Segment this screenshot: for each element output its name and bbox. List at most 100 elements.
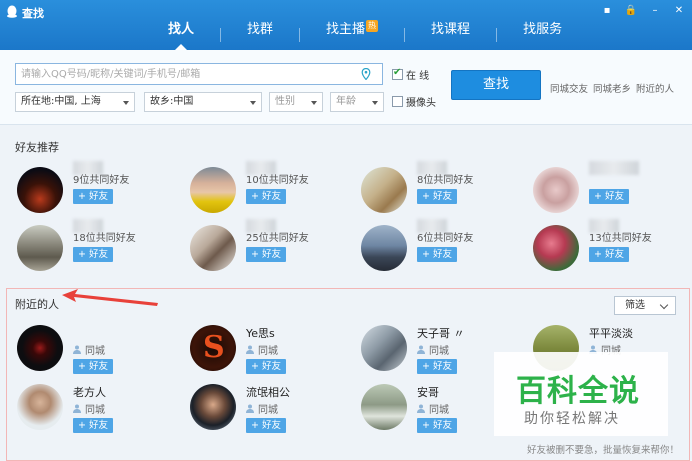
add-friend-button[interactable]: + 好友 — [246, 418, 286, 433]
recommend-card: 6位共同好友 + 好友 — [361, 219, 521, 271]
person-name: 平平淡淡 — [589, 327, 633, 340]
tab-find-service[interactable]: 找服务 — [497, 20, 588, 50]
recommend-card: 8位共同好友 + 好友 — [361, 161, 521, 213]
filter-dropdown[interactable]: 筛选 — [614, 296, 676, 315]
avatar[interactable] — [533, 225, 579, 271]
add-friend-button[interactable]: + 好友 — [246, 189, 286, 204]
avatar[interactable] — [190, 384, 236, 430]
camera-label: 摄像头 — [406, 98, 436, 109]
search-panel: 在 线 摄像头 查找 同城交友 同城老乡 附近的人 所在地:中国, 上海 故乡:… — [0, 50, 692, 125]
minimize-icon[interactable]: – — [648, 4, 662, 18]
recommend-card: 9位共同好友 + 好友 — [17, 161, 177, 213]
tab-label: 找群 — [247, 22, 274, 37]
find-button[interactable]: 查找 — [451, 70, 541, 100]
add-friend-button[interactable]: + 好友 — [417, 189, 457, 204]
recommend-card: + 好友 — [533, 161, 692, 213]
hometown-select[interactable]: 故乡:中国 — [144, 92, 262, 112]
avatar[interactable] — [190, 225, 236, 271]
red-arrow-annotation — [62, 289, 158, 306]
nearby-card: 流氓相公 同城 + 好友 — [190, 384, 350, 433]
location-label: 同城 — [429, 346, 449, 357]
mutual-friends: 9位共同好友 — [73, 175, 130, 186]
mutual-friends: 18位共同好友 — [73, 233, 136, 244]
location-info: 同城 — [417, 342, 449, 357]
camera-checkbox-box[interactable] — [392, 96, 403, 107]
location-info: 同城 — [246, 342, 278, 357]
add-friend-button[interactable]: + 好友 — [73, 418, 113, 433]
watermark-subtitle: 助你轻松解决 — [524, 411, 620, 427]
window-title: 查找 — [22, 7, 44, 20]
add-friend-button[interactable]: + 好友 — [589, 189, 629, 204]
online-checkbox[interactable]: 在 线 — [392, 67, 429, 82]
online-checkbox-box[interactable] — [392, 67, 403, 80]
mutual-friends: 10位共同好友 — [246, 175, 309, 186]
location-label: 同城 — [429, 405, 449, 416]
main-tabs: 找人 找群 找主播热 找课程 找服务 — [142, 20, 588, 50]
title-bar: 查找 ▪ 🔒 – ✕ 找人 找群 找主播热 找课程 找服务 — [0, 0, 692, 50]
person-name: 安哥 — [417, 386, 439, 399]
tab-find-course[interactable]: 找课程 — [405, 20, 496, 50]
recommend-card: 25位共同好友 + 好友 — [190, 219, 350, 271]
avatar[interactable] — [17, 325, 63, 371]
quick-links: 同城交友 同城老乡 附近的人 — [550, 81, 674, 95]
add-friend-button[interactable]: + 好友 — [73, 359, 113, 374]
person-icon — [246, 345, 254, 354]
person-icon — [246, 404, 254, 413]
tab-find-group[interactable]: 找群 — [221, 20, 299, 50]
location-label: 同城 — [258, 405, 278, 416]
search-input[interactable] — [15, 63, 383, 85]
avatar[interactable] — [361, 325, 407, 371]
location-label: 同城 — [258, 346, 278, 357]
hot-badge: 热 — [366, 20, 379, 32]
restore-friends-link[interactable]: 好友被删不要急，批量恢复来帮你！ — [527, 442, 679, 456]
add-friend-button[interactable]: + 好友 — [246, 359, 286, 374]
link-hometown[interactable]: 同城老乡 — [593, 81, 631, 95]
add-friend-button[interactable]: + 好友 — [589, 247, 629, 262]
recommend-title: 好友推荐 — [15, 141, 59, 154]
add-friend-button[interactable]: + 好友 — [73, 247, 113, 262]
recommend-card: 13位共同好友 + 好友 — [533, 219, 692, 271]
location-pin-icon[interactable] — [361, 68, 371, 80]
recommend-card: 18位共同好友 + 好友 — [17, 219, 177, 271]
gender-select[interactable]: 性别 — [269, 92, 323, 112]
person-name: Ye思s — [246, 327, 275, 340]
recommend-card: 10位共同好友 + 好友 — [190, 161, 350, 213]
person-icon — [417, 345, 425, 354]
lock-icon[interactable]: 🔒 — [624, 4, 638, 18]
avatar[interactable] — [17, 225, 63, 271]
camera-checkbox[interactable]: 摄像头 — [392, 94, 436, 109]
tab-label: 找主播 — [326, 22, 366, 37]
blurred-name — [589, 161, 639, 175]
avatar[interactable] — [361, 225, 407, 271]
link-nearby[interactable]: 附近的人 — [636, 81, 674, 95]
feedback-icon[interactable]: ▪ — [600, 4, 614, 18]
link-local-friends[interactable]: 同城交友 — [550, 81, 588, 95]
person-icon — [73, 404, 81, 413]
add-friend-button[interactable]: + 好友 — [417, 359, 457, 374]
avatar[interactable] — [17, 167, 63, 213]
add-friend-button[interactable]: + 好友 — [246, 247, 286, 262]
add-friend-button[interactable]: + 好友 — [417, 418, 457, 433]
person-name: 老方人 — [73, 386, 106, 399]
avatar[interactable] — [361, 167, 407, 213]
location-info: 同城 — [417, 401, 449, 416]
online-label: 在 线 — [406, 71, 430, 82]
person-icon — [417, 404, 425, 413]
tab-label: 找服务 — [523, 22, 563, 37]
avatar[interactable] — [190, 167, 236, 213]
avatar[interactable] — [361, 384, 407, 430]
mutual-friends: 8位共同好友 — [417, 175, 474, 186]
location-select[interactable]: 所在地:中国, 上海 — [15, 92, 135, 112]
mutual-friends: 25位共同好友 — [246, 233, 309, 244]
add-friend-button[interactable]: + 好友 — [73, 189, 113, 204]
tab-find-people[interactable]: 找人 — [142, 20, 220, 50]
location-info: 同城 — [73, 401, 105, 416]
avatar[interactable]: S — [190, 325, 236, 371]
tab-find-streamer[interactable]: 找主播热 — [300, 20, 404, 50]
age-select[interactable]: 年龄 — [330, 92, 384, 112]
avatar[interactable] — [533, 167, 579, 213]
close-icon[interactable]: ✕ — [672, 4, 686, 18]
mutual-friends: 6位共同好友 — [417, 233, 474, 244]
add-friend-button[interactable]: + 好友 — [417, 247, 457, 262]
avatar[interactable] — [17, 384, 63, 430]
